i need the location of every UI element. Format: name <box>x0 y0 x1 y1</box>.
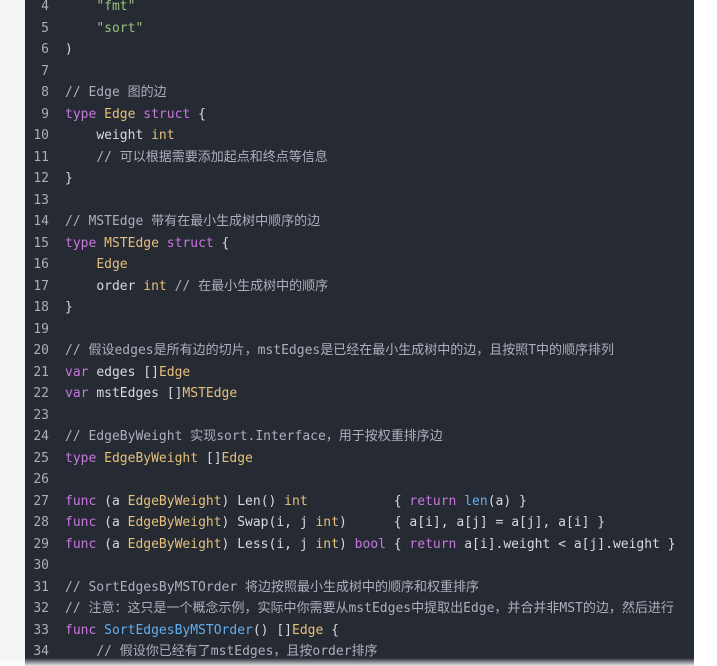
code-line: 19 <box>25 319 694 340</box>
line-number: 14 <box>33 214 49 229</box>
code-line: 32 // 注意：这只是一个概念示例，实际中你需要从mstEdges中提取出Edg… <box>25 598 694 619</box>
code-editor: 4 "fmt" 5 "sort" 6) 7 8// Edge 图的边 9 type Edge… <box>25 0 694 666</box>
code-line: 26 <box>25 469 694 490</box>
line-number: 22 <box>33 386 49 401</box>
code-text: // 可以根据需要添加起点和终点等信息 <box>96 149 328 165</box>
code-line: 28 func (a EdgeByWeight) Swap(i, j int) {… <box>25 512 694 533</box>
line-number: 20 <box>33 343 49 358</box>
code-text: // SortEdgesByMSTOrder 将边按照最小生成树中的顺序和权重排… <box>65 579 480 595</box>
code-line: 17 order int // 在最小生成树中的顺序 <box>25 276 694 297</box>
line-number: 29 <box>33 536 49 552</box>
code-line: 6) <box>25 39 694 60</box>
line-number: 21 <box>33 364 49 380</box>
code-line: 10 weight int <box>25 125 694 146</box>
code-line: 31 // SortEdgesByMSTOrder 将边按照最小生成树中的顺序和权… <box>25 577 694 598</box>
line-number: 28 <box>33 515 49 530</box>
line-number: 24 <box>33 429 49 444</box>
code-text: // Edge 图的边 <box>65 85 167 100</box>
code-line: 21 var edges []Edge <box>25 362 694 383</box>
code-text: func (a EdgeByWeight) Less(i, j int) boo… <box>65 536 676 552</box>
line-number: 12 <box>33 171 49 186</box>
code-text: order int // 在最小生成树中的顺序 <box>96 278 329 294</box>
code-text: } <box>65 171 73 186</box>
code-text: Edge <box>96 257 128 272</box>
line-number: 27 <box>33 493 49 509</box>
code-line: 30 <box>25 555 694 576</box>
line-number: 17 <box>33 278 49 294</box>
line-number: 4 <box>41 0 49 14</box>
code-line: 24 // EdgeByWeight 实现sort.Interface，用于按权重… <box>25 426 694 447</box>
code-text: ) <box>65 42 73 57</box>
code-line: 7 <box>25 61 694 82</box>
line-number: 26 <box>33 472 49 487</box>
code-line: 29 func (a EdgeByWeight) Less(i, j int) b… <box>25 534 694 555</box>
line-number: 5 <box>41 20 49 36</box>
code-text: func (a EdgeByWeight) Len() int { return… <box>65 493 527 509</box>
code-text: type MSTEdge struct { <box>65 235 230 251</box>
code-text: "fmt" <box>96 0 136 14</box>
line-number: 23 <box>33 407 49 423</box>
code-text: func (a EdgeByWeight) Swap(i, j int) { a… <box>65 515 606 530</box>
code-text: // 假设edges是所有边的切片，mstEdges是已经在最小生成树中的边，且… <box>65 343 615 358</box>
line-number: 8 <box>41 85 49 100</box>
code-line: 22 var mstEdges []MSTEdge <box>25 383 694 404</box>
line-number: 9 <box>41 106 49 122</box>
code-text: // MSTEdge 带有在最小生成树中顺序的边 <box>65 214 321 229</box>
code-line: 12} <box>25 168 694 189</box>
code-text: // 注意：这只是一个概念示例，实际中你需要从mstEdges中提取出Edge，… <box>65 601 674 616</box>
line-number: 15 <box>33 235 49 251</box>
code-line: 27 func (a EdgeByWeight) Len() int { retu… <box>25 491 694 512</box>
line-number: 33 <box>33 622 49 638</box>
code-text: type Edge struct { <box>65 106 206 122</box>
line-number: 30 <box>33 558 49 573</box>
code-line: 8 // Edge 图的边 <box>25 82 694 103</box>
line-number: 25 <box>33 450 49 466</box>
line-number: 10 <box>33 128 49 143</box>
code-text: type EdgeByWeight []Edge <box>65 450 253 466</box>
code-line: 20 // 假设edges是所有边的切片，mstEdges是已经在最小生成树中的边… <box>25 340 694 361</box>
code-line: 11 // 可以根据需要添加起点和终点等信息 <box>25 147 694 168</box>
code-line: 15 type MSTEdge struct { <box>25 233 694 254</box>
code-line: 25 type EdgeByWeight []Edge <box>25 448 694 469</box>
code-text: var mstEdges []MSTEdge <box>65 386 238 401</box>
code-text: var edges []Edge <box>65 364 191 380</box>
line-number: 13 <box>33 192 49 208</box>
line-number: 16 <box>33 257 49 272</box>
line-number: 6 <box>41 42 49 57</box>
code-line: 18} <box>25 297 694 318</box>
code-line: 14 // MSTEdge 带有在最小生成树中顺序的边 <box>25 211 694 232</box>
code-line: 23 <box>25 405 694 426</box>
code-line: 33 func SortEdgesByMSTOrder() []Edge { <box>25 620 694 641</box>
code-line: 4 "fmt" <box>25 0 694 17</box>
line-number: 31 <box>33 579 49 595</box>
code-text: } <box>65 300 73 315</box>
code-text: "sort" <box>96 20 144 36</box>
line-number: 18 <box>33 300 49 315</box>
code-text: // EdgeByWeight 实现sort.Interface，用于按权重排序… <box>65 429 443 444</box>
code-text: weight int <box>96 128 175 143</box>
scrollbar-track[interactable] <box>694 0 717 666</box>
code-line: 9 type Edge struct { <box>25 104 694 125</box>
code-line: 5 "sort" <box>25 18 694 39</box>
line-number: 32 <box>33 601 49 616</box>
code-line: 13 <box>25 190 694 211</box>
code-line: 16 Edge <box>25 254 694 275</box>
line-number: 11 <box>33 149 49 165</box>
bottom-fade <box>0 658 717 666</box>
line-number: 19 <box>33 321 49 337</box>
line-number: 7 <box>41 63 49 79</box>
code-text: func SortEdgesByMSTOrder() []Edge { <box>65 622 339 638</box>
